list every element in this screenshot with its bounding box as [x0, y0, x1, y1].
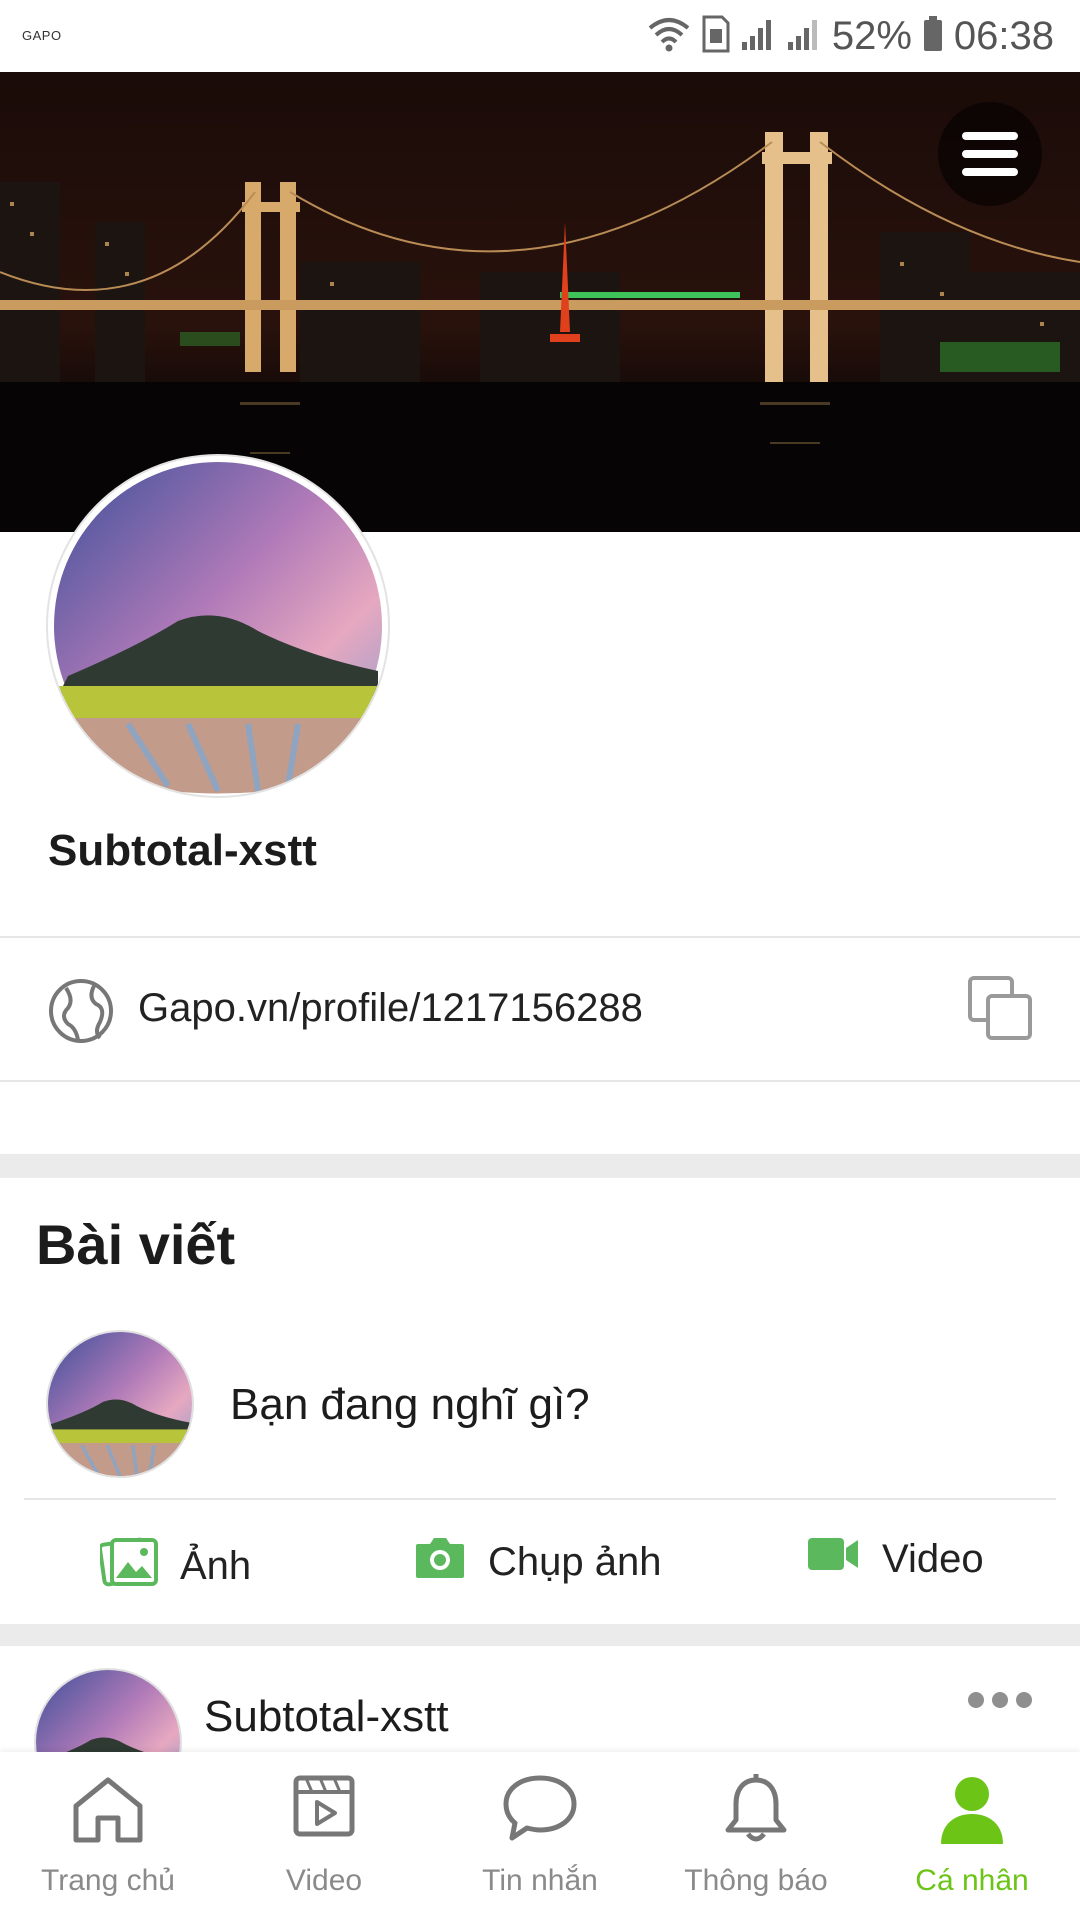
- profile-link-row[interactable]: Gapo.vn/profile/1217156288: [0, 938, 1080, 1082]
- take-photo-button[interactable]: Chụp ảnh: [414, 1534, 661, 1590]
- tab-video-label: Video: [285, 1864, 363, 1897]
- more-options-icon[interactable]: [968, 1692, 1032, 1708]
- hamburger-menu-icon: [962, 132, 1018, 176]
- chat-bubble-icon: [503, 1775, 577, 1841]
- bell-icon: [725, 1774, 787, 1842]
- person-icon: [941, 1777, 1003, 1844]
- wifi-icon: [646, 14, 692, 59]
- composer-input[interactable]: Bạn đang nghĩ gì?: [230, 1380, 590, 1430]
- signal-icon: [740, 16, 776, 57]
- status-indicators: 52% 06:38: [646, 10, 1054, 62]
- video-button-label: Video: [882, 1536, 984, 1581]
- profile-avatar[interactable]: [48, 456, 388, 796]
- post-author-name[interactable]: Subtotal-xstt: [204, 1692, 449, 1742]
- bottom-tab-bar: Trang chủ Video Tin nhắn Thông báo Cá nh…: [0, 1752, 1080, 1920]
- home-icon: [73, 1777, 143, 1843]
- profile-avatar-image: [54, 462, 382, 794]
- divider: [0, 1080, 1080, 1082]
- tab-messages[interactable]: Tin nhắn: [432, 1752, 648, 1920]
- camera-icon: [414, 1534, 466, 1590]
- battery-percent: 52%: [831, 13, 912, 58]
- tab-messages-label: Tin nhắn: [482, 1864, 598, 1897]
- take-photo-button-label: Chụp ảnh: [488, 1539, 662, 1584]
- photo-button-label: Ảnh: [180, 1543, 252, 1588]
- tab-home[interactable]: Trang chủ: [0, 1752, 216, 1920]
- video-button[interactable]: Video: [806, 1534, 984, 1584]
- tab-profile[interactable]: Cá nhân: [864, 1752, 1080, 1920]
- section-separator: [0, 1154, 1080, 1178]
- video-camera-icon: [806, 1534, 860, 1584]
- photo-gallery-icon: [97, 1534, 158, 1598]
- copy-icon[interactable]: [968, 976, 1034, 1047]
- signal-icon: [786, 16, 822, 57]
- sim-card-icon: [702, 15, 730, 58]
- status-bar: GAPO 52% 06:38: [0, 0, 1080, 72]
- composer-actions: Ảnh Chụp ảnh Video: [0, 1504, 1080, 1624]
- profile-name: Subtotal-xstt: [48, 826, 317, 875]
- section-separator: [0, 1624, 1080, 1646]
- divider: [24, 1498, 1056, 1500]
- profile-link[interactable]: Gapo.vn/profile/1217156288: [138, 986, 643, 1031]
- tab-home-label: Trang chủ: [41, 1864, 175, 1897]
- cover-photo[interactable]: [0, 72, 1080, 532]
- tab-notifications-label: Thông báo: [684, 1864, 828, 1897]
- clock: 06:38: [953, 13, 1054, 58]
- menu-button[interactable]: [938, 102, 1042, 206]
- composer-avatar: [48, 1332, 192, 1476]
- status-app-label: GAPO: [22, 28, 62, 43]
- tab-video[interactable]: Video: [216, 1752, 432, 1920]
- photo-button[interactable]: Ảnh: [97, 1534, 252, 1598]
- tab-notifications[interactable]: Thông báo: [648, 1752, 864, 1920]
- tab-profile-label: Cá nhân: [915, 1864, 1029, 1897]
- cover-photo-image: [0, 72, 1080, 532]
- battery-icon: [922, 15, 944, 58]
- video-play-icon: [293, 1775, 355, 1837]
- posts-section-title: Bài viết: [36, 1213, 236, 1276]
- globe-icon: [48, 978, 114, 1049]
